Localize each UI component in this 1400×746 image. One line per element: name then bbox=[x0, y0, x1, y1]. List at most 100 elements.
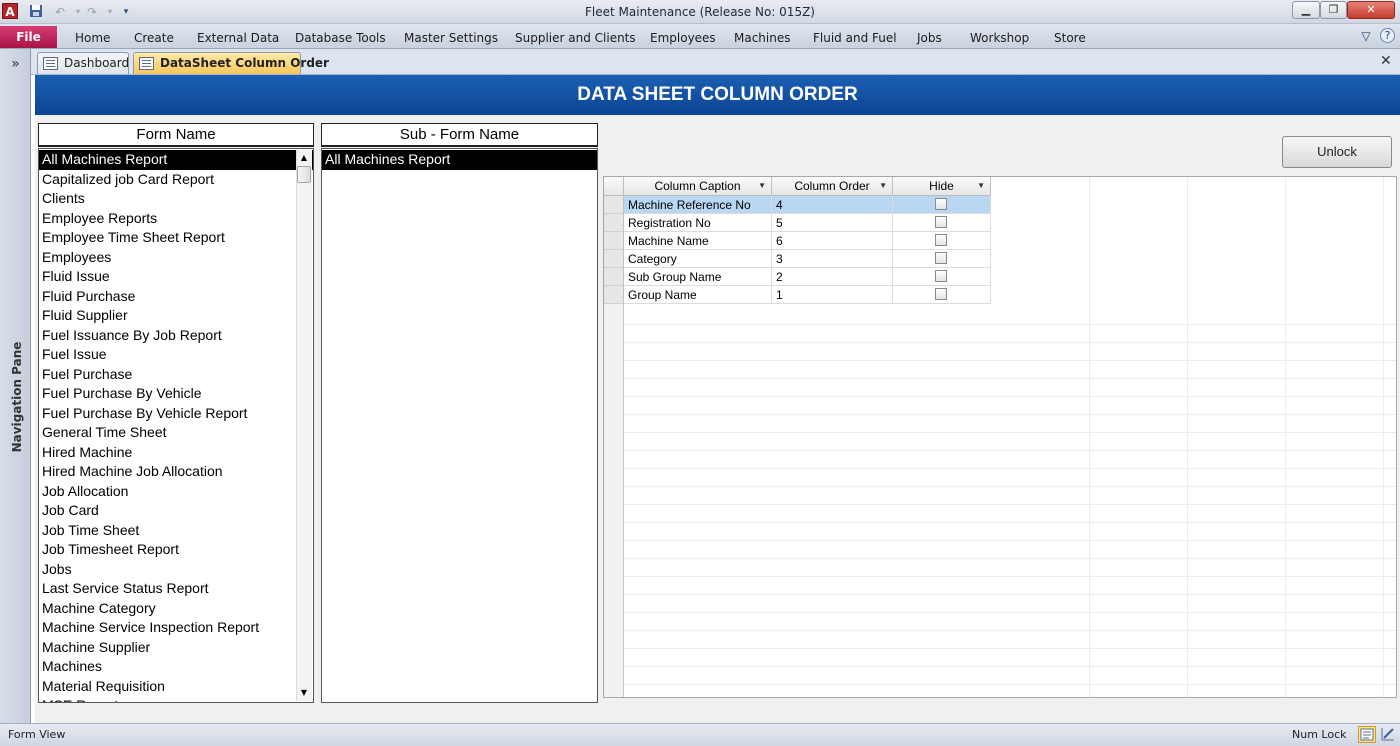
hide-checkbox[interactable] bbox=[935, 270, 947, 282]
hide-cell[interactable] bbox=[893, 214, 991, 232]
tab-external-data[interactable]: External Data bbox=[197, 31, 279, 45]
column-caption-cell[interactable]: Category bbox=[624, 250, 772, 268]
list-item[interactable]: General Time Sheet bbox=[39, 423, 313, 443]
select-all-corner[interactable] bbox=[604, 177, 624, 196]
minimize-button[interactable]: ▁ bbox=[1292, 1, 1320, 19]
form-name-scrollbar[interactable] bbox=[296, 150, 312, 701]
list-item[interactable]: Fluid Issue bbox=[39, 267, 313, 287]
column-order-cell[interactable]: 3 bbox=[772, 250, 893, 268]
grid-line bbox=[1285, 177, 1286, 697]
list-item[interactable]: Job Timesheet Report bbox=[39, 540, 313, 560]
list-item[interactable]: Fluid Supplier bbox=[39, 306, 313, 326]
list-item[interactable]: Fuel Issue bbox=[39, 345, 313, 365]
column-caption-cell[interactable]: Machine Reference No bbox=[624, 196, 772, 214]
close-document-icon[interactable]: ✕ bbox=[1380, 53, 1392, 69]
record-selector[interactable] bbox=[604, 196, 624, 214]
tab-database-tools[interactable]: Database Tools bbox=[295, 31, 386, 45]
list-item[interactable]: Hired Machine bbox=[39, 443, 313, 463]
column-order-cell[interactable]: 1 bbox=[772, 286, 893, 304]
help-icon[interactable]: ? bbox=[1380, 28, 1395, 43]
scrollbar-thumb[interactable] bbox=[297, 166, 311, 183]
list-item[interactable]: Jobs bbox=[39, 560, 313, 580]
column-order-cell[interactable]: 6 bbox=[772, 232, 893, 250]
list-item[interactable]: Employees bbox=[39, 248, 313, 268]
tab-store[interactable]: Store bbox=[1054, 31, 1086, 45]
hide-checkbox[interactable] bbox=[935, 216, 947, 228]
maximize-button[interactable]: ❐ bbox=[1320, 1, 1347, 19]
navigation-pane-label[interactable]: Navigation Pane bbox=[10, 327, 24, 467]
form-name-listbox[interactable]: All Machines Report Capitalized job Card … bbox=[38, 148, 314, 703]
column-order-cell[interactable]: 2 bbox=[772, 268, 893, 286]
hide-checkbox[interactable] bbox=[935, 252, 947, 264]
record-selector[interactable] bbox=[604, 250, 624, 268]
list-item[interactable]: Fuel Purchase bbox=[39, 365, 313, 385]
record-selector[interactable] bbox=[604, 214, 624, 232]
list-item[interactable]: Fuel Purchase By Vehicle bbox=[39, 384, 313, 404]
list-item[interactable]: Capitalized job Card Report bbox=[39, 170, 313, 190]
hide-cell[interactable] bbox=[893, 196, 991, 214]
list-item[interactable]: MSE Report bbox=[39, 696, 313, 702]
list-item[interactable]: Material Requisition bbox=[39, 677, 313, 697]
column-order-header[interactable]: Column Order ▼ bbox=[772, 177, 893, 196]
hide-cell[interactable] bbox=[893, 250, 991, 268]
column-caption-cell[interactable]: Group Name bbox=[624, 286, 772, 304]
sub-form-name-listbox[interactable]: All Machines Report bbox=[321, 148, 598, 703]
tab-dashboard[interactable]: Dashboard bbox=[37, 52, 129, 74]
hide-checkbox[interactable] bbox=[935, 288, 947, 300]
list-item[interactable]: Job Card bbox=[39, 501, 313, 521]
list-item[interactable]: Fuel Purchase By Vehicle Report bbox=[39, 404, 313, 424]
hide-header[interactable]: Hide ▼ bbox=[893, 177, 991, 196]
list-item[interactable]: Machine Service Inspection Report bbox=[39, 618, 313, 638]
list-item[interactable]: Hired Machine Job Allocation bbox=[39, 462, 313, 482]
unlock-button[interactable]: Unlock bbox=[1282, 136, 1392, 168]
tab-create[interactable]: Create bbox=[134, 31, 174, 45]
record-selector[interactable] bbox=[604, 286, 624, 304]
tab-employees[interactable]: Employees bbox=[650, 31, 716, 45]
sort-filter-dropdown-icon[interactable]: ▼ bbox=[879, 177, 887, 195]
column-caption-header[interactable]: Column Caption ▼ bbox=[624, 177, 772, 196]
close-button[interactable]: ✕ bbox=[1347, 1, 1395, 19]
column-caption-cell[interactable]: Sub Group Name bbox=[624, 268, 772, 286]
tab-machines[interactable]: Machines bbox=[734, 31, 790, 45]
nav-pane-toggle-icon[interactable]: » bbox=[0, 56, 31, 72]
sort-filter-dropdown-icon[interactable]: ▼ bbox=[977, 177, 985, 195]
list-item[interactable]: Employee Time Sheet Report bbox=[39, 228, 313, 248]
hide-cell[interactable] bbox=[893, 232, 991, 250]
record-selector[interactable] bbox=[604, 232, 624, 250]
hide-checkbox[interactable] bbox=[935, 198, 947, 210]
column-order-cell[interactable]: 5 bbox=[772, 214, 893, 232]
tab-home[interactable]: Home bbox=[75, 31, 110, 45]
ribbon-minimize-icon[interactable]: ▽ bbox=[1358, 28, 1374, 44]
tab-datasheet-column-order[interactable]: DataSheet Column Order bbox=[133, 52, 329, 74]
hide-cell[interactable] bbox=[893, 268, 991, 286]
list-item[interactable]: Fuel Issuance By Job Report bbox=[39, 326, 313, 346]
list-item[interactable]: All Machines Report bbox=[39, 150, 313, 170]
record-selector[interactable] bbox=[604, 268, 624, 286]
list-item[interactable]: Job Allocation bbox=[39, 482, 313, 502]
design-view-icon[interactable] bbox=[1380, 726, 1396, 743]
list-item[interactable]: Fluid Purchase bbox=[39, 287, 313, 307]
sort-filter-dropdown-icon[interactable]: ▼ bbox=[758, 177, 766, 195]
list-item[interactable]: Employee Reports bbox=[39, 209, 313, 229]
tab-supplier-and-clients[interactable]: Supplier and Clients bbox=[515, 31, 636, 45]
scroll-down-icon[interactable]: ▼ bbox=[296, 686, 312, 700]
list-item[interactable]: Last Service Status Report bbox=[39, 579, 313, 599]
list-item[interactable]: All Machines Report bbox=[322, 150, 597, 170]
list-item[interactable]: Clients bbox=[39, 189, 313, 209]
list-item[interactable]: Machine Category bbox=[39, 599, 313, 619]
list-item[interactable]: Machine Supplier bbox=[39, 638, 313, 658]
hide-cell[interactable] bbox=[893, 286, 991, 304]
tab-fluid-and-fuel[interactable]: Fluid and Fuel bbox=[813, 31, 897, 45]
column-caption-cell[interactable]: Registration No bbox=[624, 214, 772, 232]
scroll-up-icon[interactable]: ▲ bbox=[296, 151, 312, 165]
list-item[interactable]: Machines bbox=[39, 657, 313, 677]
tab-master-settings[interactable]: Master Settings bbox=[404, 31, 498, 45]
form-view-icon[interactable] bbox=[1358, 726, 1376, 743]
column-order-cell[interactable]: 4 bbox=[772, 196, 893, 214]
file-tab[interactable]: File bbox=[0, 26, 57, 48]
tab-workshop[interactable]: Workshop bbox=[970, 31, 1029, 45]
list-item[interactable]: Job Time Sheet bbox=[39, 521, 313, 541]
column-caption-cell[interactable]: Machine Name bbox=[624, 232, 772, 250]
hide-checkbox[interactable] bbox=[935, 234, 947, 246]
tab-jobs[interactable]: Jobs bbox=[917, 31, 942, 45]
